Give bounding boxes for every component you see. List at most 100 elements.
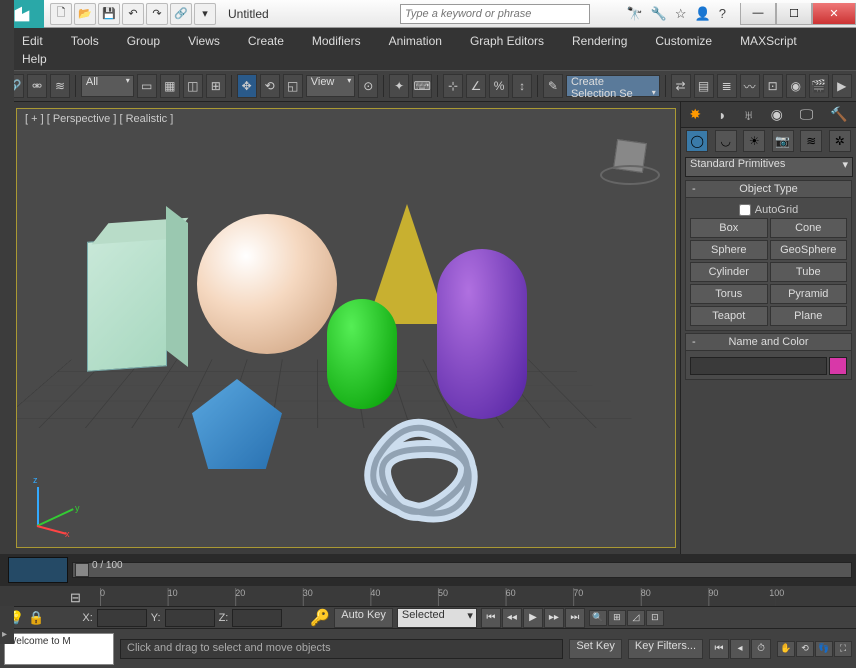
scale-icon[interactable]: ◱	[283, 74, 303, 98]
setkey-button[interactable]: Set Key	[569, 639, 622, 659]
torus-knot-primitive[interactable]	[347, 399, 507, 529]
geometry-icon[interactable]: ◯	[686, 130, 708, 152]
z-input[interactable]	[232, 609, 282, 627]
zoom-extents-icon[interactable]: ⊡	[646, 610, 664, 626]
menu-help[interactable]: Help	[8, 52, 848, 70]
prev-key-icon[interactable]: ⏮	[709, 639, 729, 659]
angle-snap-icon[interactable]: ∠	[466, 74, 486, 98]
expand-icon[interactable]: ▸	[2, 629, 7, 640]
motion-tab-icon[interactable]: ◉	[771, 106, 783, 123]
play-icon[interactable]: ▶	[523, 608, 543, 628]
create-tab-icon[interactable]: ✸	[689, 106, 701, 123]
zoom-icon[interactable]: 🔍	[589, 610, 607, 626]
editnamed-icon[interactable]: ✎	[543, 74, 563, 98]
menu-maxscript[interactable]: MAXScript	[726, 30, 811, 52]
snap-icon[interactable]: ⊹	[443, 74, 463, 98]
star-icon[interactable]: ☆	[675, 6, 687, 22]
curve-icon[interactable]: 〰	[740, 74, 760, 98]
viewport-label[interactable]: [ + ] [ Perspective ] [ Realistic ]	[25, 113, 173, 125]
select-name-icon[interactable]: ▦	[160, 74, 180, 98]
new-icon[interactable]: 🗋	[50, 3, 72, 25]
menu-create[interactable]: Create	[234, 30, 298, 52]
open-icon[interactable]: 📂	[74, 3, 96, 25]
autokey-button[interactable]: Auto Key	[334, 608, 393, 628]
box-primitive[interactable]	[87, 236, 167, 372]
key-target-dropdown[interactable]: Selected	[397, 608, 477, 628]
help-icon[interactable]: ?	[719, 6, 726, 22]
prev-frame-icon[interactable]: ◂◂	[502, 608, 522, 628]
tube-button[interactable]: Tube	[770, 262, 848, 282]
undo-icon[interactable]: ↶	[122, 3, 144, 25]
menu-customize[interactable]: Customize	[641, 30, 726, 52]
torus-button[interactable]: Torus	[690, 284, 768, 304]
viewcube[interactable]	[605, 133, 655, 183]
menu-group[interactable]: Group	[113, 30, 174, 52]
window-crossing-icon[interactable]: ⊞	[206, 74, 226, 98]
object-color-swatch[interactable]	[829, 357, 847, 375]
menu-grapheditors[interactable]: Graph Editors	[456, 30, 558, 52]
maxscript-listener[interactable]: Welcome to M	[4, 633, 114, 665]
select-region-icon[interactable]: ◫	[183, 74, 203, 98]
menu-animation[interactable]: Animation	[375, 30, 456, 52]
more-icon[interactable]: ▾	[194, 3, 216, 25]
cone-button[interactable]: Cone	[770, 218, 848, 238]
lights-icon[interactable]: ☀	[743, 130, 765, 152]
mirror-icon[interactable]: ⇄	[671, 74, 691, 98]
teapot-button[interactable]: Teapot	[690, 306, 768, 326]
walk-icon[interactable]: 👣	[815, 641, 833, 657]
name-color-header[interactable]: Name and Color	[685, 333, 852, 351]
perspective-viewport[interactable]: [ + ] [ Perspective ] [ Realistic ] z	[16, 108, 676, 548]
maximize-button[interactable]: ☐	[776, 3, 812, 25]
sphere-primitive[interactable]	[197, 214, 337, 354]
object-name-input[interactable]	[690, 357, 827, 375]
selection-filter-dropdown[interactable]: All	[81, 75, 134, 97]
sphere-button[interactable]: Sphere	[690, 240, 768, 260]
display-tab-icon[interactable]: 🖵	[800, 106, 814, 123]
named-selection-dropdown[interactable]: Create Selection Se	[566, 75, 660, 97]
key-mode-toggle-icon[interactable]: ◂	[730, 639, 750, 659]
orbit-icon[interactable]: ⟲	[796, 641, 814, 657]
track-bar-toggle[interactable]	[8, 557, 68, 583]
lock-icon[interactable]: 🔒	[28, 610, 44, 626]
time-scrubber[interactable]	[72, 562, 852, 578]
cameras-icon[interactable]: 📷	[772, 130, 794, 152]
cylinder-button[interactable]: Cylinder	[690, 262, 768, 282]
close-button[interactable]: ✕	[812, 3, 856, 25]
goto-end-icon[interactable]: ⏭	[565, 608, 585, 628]
next-frame-icon[interactable]: ▸▸	[544, 608, 564, 628]
helpers-icon[interactable]: ≋	[800, 130, 822, 152]
wrench-icon[interactable]: 🔧	[651, 6, 667, 22]
zoom-all-icon[interactable]: ⊞	[608, 610, 626, 626]
pyramid-button[interactable]: Pyramid	[770, 284, 848, 304]
fov-icon[interactable]: ◿	[627, 610, 645, 626]
box-button[interactable]: Box	[690, 218, 768, 238]
manipulate-icon[interactable]: ✦	[389, 74, 409, 98]
key-icon[interactable]: 🔑	[310, 608, 330, 628]
layers-icon[interactable]: ≣	[717, 74, 737, 98]
move-icon[interactable]: ✥	[237, 74, 257, 98]
autogrid-checkbox[interactable]: AutoGrid	[690, 202, 847, 218]
minimize-button[interactable]: —	[740, 3, 776, 25]
bind-icon[interactable]: ≋	[50, 74, 70, 98]
ref-coord-dropdown[interactable]: View	[306, 75, 356, 97]
maximize-viewport-icon[interactable]: ⛶	[834, 641, 852, 657]
percent-snap-icon[interactable]: %	[489, 74, 509, 98]
menu-edit[interactable]: Edit	[8, 30, 57, 52]
link-icon[interactable]: 🔗	[170, 3, 192, 25]
unlink-icon[interactable]: ⚮	[27, 74, 47, 98]
user-icon[interactable]: 👤	[695, 6, 711, 22]
goto-start-icon[interactable]: ⏮	[481, 608, 501, 628]
x-input[interactable]	[97, 609, 147, 627]
binoculars-icon[interactable]: 🔭	[627, 6, 643, 22]
time-config-icon[interactable]: ⏱	[751, 639, 771, 659]
autogrid-input[interactable]	[739, 204, 751, 216]
search-input[interactable]	[400, 4, 590, 24]
timeline-ruler[interactable]: ⊟ 0 10 20 30 40 50 60 70 80 90 100	[0, 586, 856, 606]
schematic-icon[interactable]: ⊡	[763, 74, 783, 98]
capsule-green-primitive[interactable]	[327, 299, 397, 409]
spinner-snap-icon[interactable]: ↕	[512, 74, 532, 98]
menu-modifiers[interactable]: Modifiers	[298, 30, 375, 52]
align-icon[interactable]: ▤	[694, 74, 714, 98]
rotate-icon[interactable]: ⟲	[260, 74, 280, 98]
y-input[interactable]	[165, 609, 215, 627]
